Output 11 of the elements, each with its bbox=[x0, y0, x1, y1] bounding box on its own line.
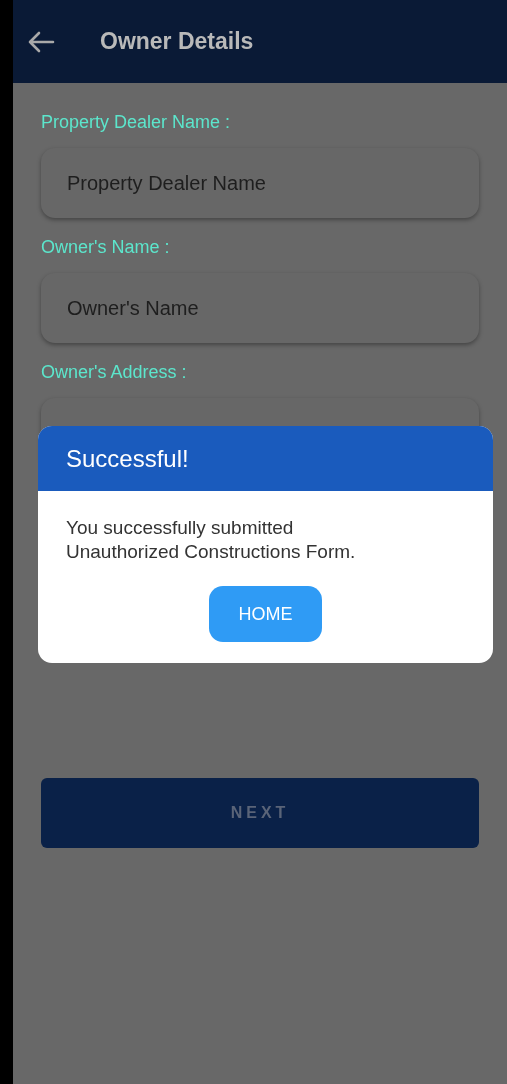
dialog-message: You successfully submitted Unauthorized Constructions Form. bbox=[66, 516, 357, 564]
field-label: Property Dealer Name : bbox=[41, 111, 232, 134]
screen-title: Owner Details bbox=[100, 27, 254, 57]
dialog-title: Successful! bbox=[66, 443, 189, 474]
field-label: Owner's Address : bbox=[41, 361, 188, 384]
input-field[interactable]: Property Dealer Name bbox=[41, 148, 479, 218]
input-field[interactable]: Owner's Name bbox=[41, 273, 479, 343]
next-button[interactable]: NEXT bbox=[41, 778, 479, 848]
home-button[interactable]: HOME bbox=[209, 586, 322, 642]
field-label: Owner's Name : bbox=[41, 236, 171, 259]
back-arrow-icon[interactable] bbox=[27, 29, 55, 54]
